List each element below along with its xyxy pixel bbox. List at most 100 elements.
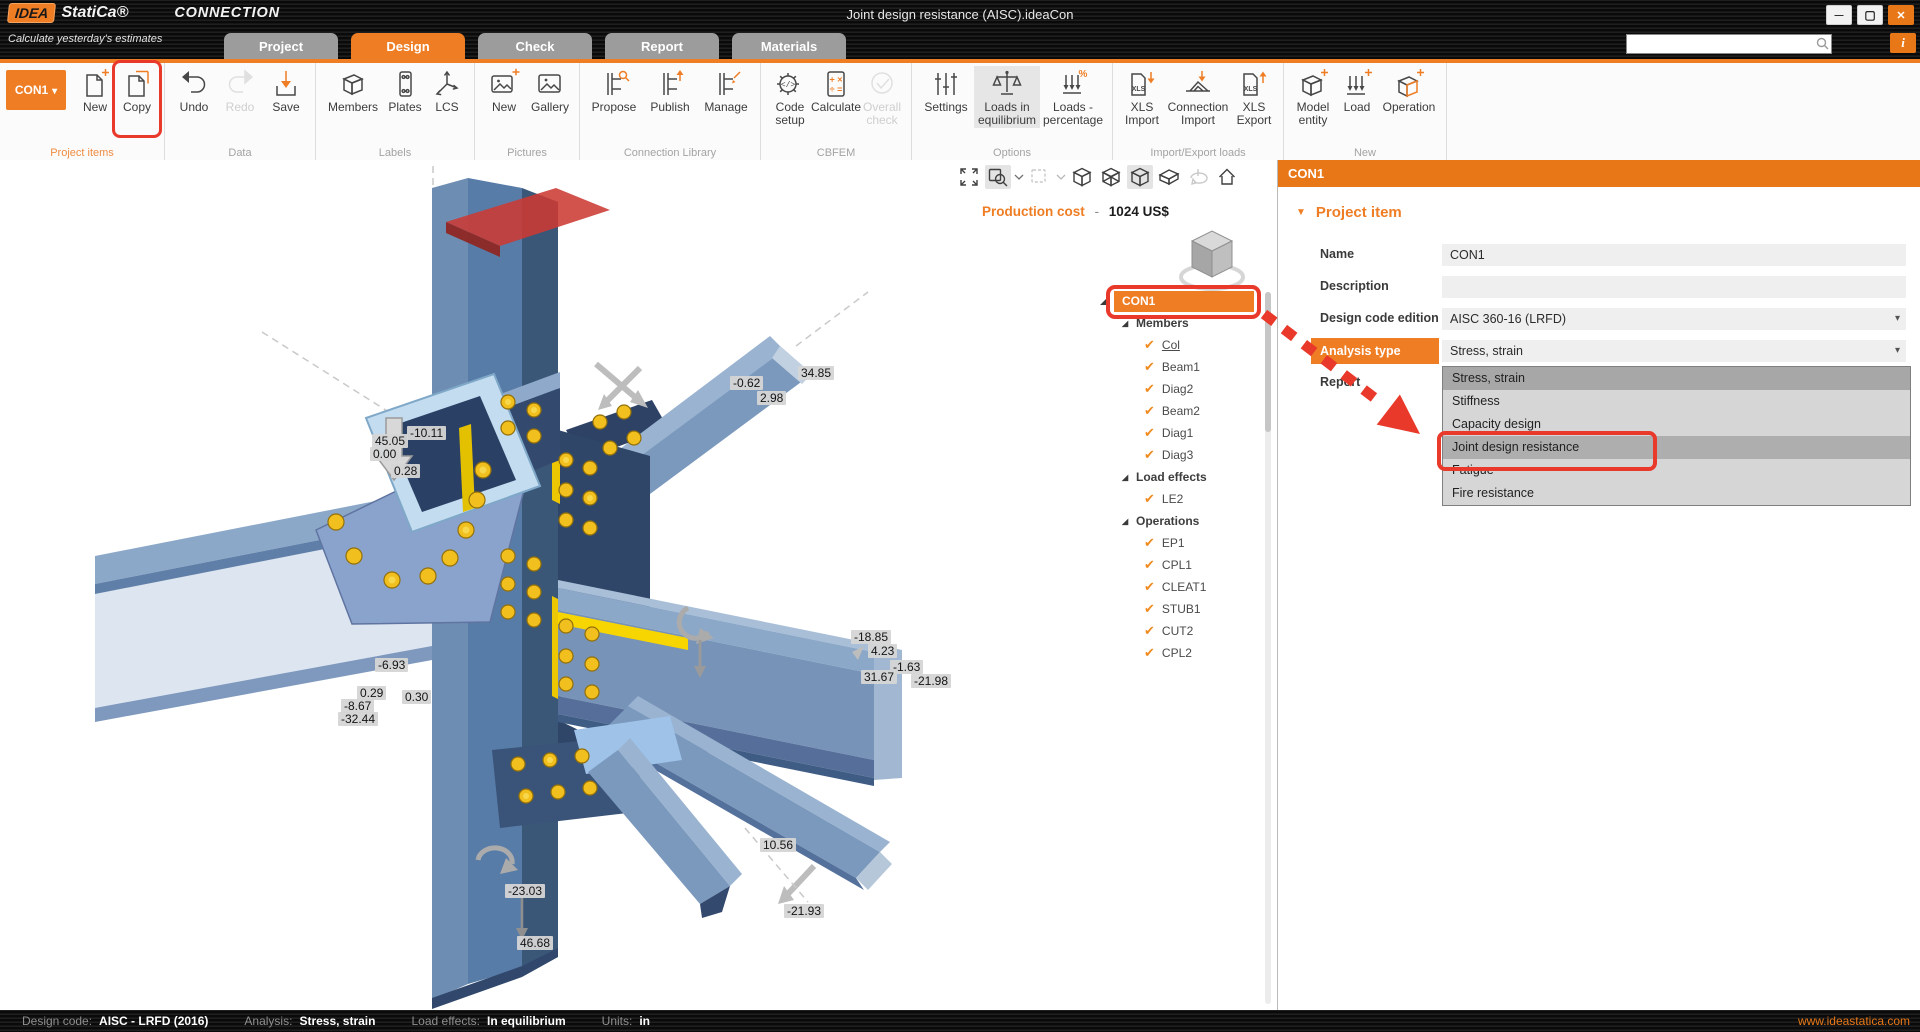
- xls-export-button[interactable]: XLS XLS Export: [1231, 66, 1277, 128]
- analysis-type-row: Analysis type Stress, strain: [1278, 340, 1920, 364]
- name-field[interactable]: CON1: [1442, 244, 1906, 266]
- tree-scrollbar[interactable]: [1265, 292, 1271, 1004]
- selection-rectangle-button[interactable]: [1027, 165, 1053, 189]
- tree-item[interactable]: Beam1: [1100, 356, 1274, 378]
- expander-icon[interactable]: [1122, 319, 1132, 328]
- new-picture-button[interactable]: New: [481, 66, 527, 114]
- collapse-caret-icon[interactable]: [1296, 207, 1306, 218]
- transparent-view-button[interactable]: [1098, 165, 1124, 189]
- expander-icon[interactable]: [1100, 297, 1110, 306]
- dropdown-option[interactable]: Joint design resistance: [1443, 436, 1910, 459]
- section-view-icon: [1158, 166, 1180, 188]
- project-item-section[interactable]: Project item: [1296, 204, 1402, 221]
- tab-materials[interactable]: Materials: [732, 33, 846, 59]
- zoom-options-caret[interactable]: [1014, 165, 1024, 189]
- tab-project[interactable]: Project: [224, 33, 338, 59]
- lcs-labels-button[interactable]: LCS: [426, 66, 468, 114]
- dropdown-option[interactable]: Fire resistance: [1443, 482, 1910, 505]
- tree-item-con1[interactable]: CON1: [1114, 291, 1254, 312]
- copy-document-icon: [121, 68, 153, 100]
- statica-logo-text: StatiCa®: [61, 4, 128, 22]
- members-labels-button[interactable]: Members: [322, 66, 384, 114]
- section-view-button[interactable]: [1156, 165, 1182, 189]
- dimension-label: -21.98: [911, 674, 951, 688]
- tab-design[interactable]: Design: [351, 33, 465, 59]
- navigation-cube[interactable]: [1172, 218, 1252, 298]
- minimize-icon: [1835, 9, 1844, 21]
- model-viewport[interactable]: Production cost - 1024 US$ 34.85-0.622.9…: [0, 160, 1277, 1010]
- code-setup-button[interactable]: </> Code setup: [767, 66, 813, 128]
- con1-dropdown-button[interactable]: CON1: [6, 70, 66, 110]
- expander-icon[interactable]: [1122, 473, 1132, 482]
- tree-group-load-effects[interactable]: Load effects: [1100, 466, 1274, 488]
- rotate-view-button[interactable]: [1185, 165, 1211, 189]
- dimension-label: 0.30: [402, 690, 431, 704]
- new-operation-button[interactable]: Operation: [1378, 66, 1440, 114]
- tree-item[interactable]: EP1: [1100, 532, 1274, 554]
- tab-check[interactable]: Check: [478, 33, 592, 59]
- window-controls: [1826, 5, 1914, 25]
- xls-import-button[interactable]: XLS XLS Import: [1119, 66, 1165, 128]
- minimize-button[interactable]: [1826, 5, 1852, 25]
- design-code-select[interactable]: AISC 360-16 (LRFD): [1442, 308, 1906, 330]
- dropdown-option[interactable]: Stiffness: [1443, 390, 1910, 413]
- plates-labels-button[interactable]: Plates: [384, 66, 426, 114]
- tree-item[interactable]: CLEAT1: [1100, 576, 1274, 598]
- tree-item[interactable]: Col: [1100, 334, 1274, 356]
- tree-item[interactable]: CPL1: [1100, 554, 1274, 576]
- tree-group-members[interactable]: Members: [1100, 312, 1274, 334]
- dropdown-option[interactable]: Stress, strain: [1443, 367, 1910, 390]
- loads-percentage-toggle[interactable]: % Loads - percentage: [1040, 66, 1106, 128]
- copy-project-item-button[interactable]: Copy: [116, 66, 158, 114]
- tree-item[interactable]: Diag1: [1100, 422, 1274, 444]
- maximize-button[interactable]: [1857, 5, 1883, 25]
- tree-item[interactable]: LE2: [1100, 488, 1274, 510]
- calculate-button[interactable]: + ×÷ = Calculate: [813, 66, 859, 114]
- info-button[interactable]: i: [1890, 33, 1916, 53]
- loads-in-equilibrium-toggle[interactable]: Loads in equilibrium: [974, 66, 1040, 128]
- dropdown-option[interactable]: Fatigue: [1443, 459, 1910, 482]
- solid-view-button[interactable]: [1127, 165, 1153, 189]
- tree-item[interactable]: Diag2: [1100, 378, 1274, 400]
- close-button[interactable]: [1888, 5, 1914, 25]
- settings-button[interactable]: Settings: [918, 66, 974, 114]
- ribbon-group-import-export: XLS XLS Import Connection Import XLS XLS…: [1113, 63, 1284, 160]
- expander-icon[interactable]: [1122, 517, 1132, 526]
- new-model-entity-button[interactable]: Model entity: [1290, 66, 1336, 128]
- scrollbar-thumb[interactable]: [1265, 292, 1271, 432]
- tree-item[interactable]: STUB1: [1100, 598, 1274, 620]
- new-project-item-button[interactable]: New: [74, 66, 116, 114]
- tree-item[interactable]: CUT2: [1100, 620, 1274, 642]
- zoom-window-button[interactable]: [985, 165, 1011, 189]
- wireframe-view-button[interactable]: [1069, 165, 1095, 189]
- description-field[interactable]: [1442, 276, 1906, 298]
- propose-button[interactable]: Propose: [586, 66, 642, 114]
- gallery-button[interactable]: Gallery: [527, 66, 573, 114]
- selection-options-caret[interactable]: [1056, 165, 1066, 189]
- connection-import-button[interactable]: Connection Import: [1165, 66, 1231, 128]
- design-code-row: Design code edition AISC 360-16 (LRFD): [1278, 308, 1920, 332]
- check-icon: [1144, 645, 1155, 661]
- dimension-label: 31.67: [861, 670, 897, 684]
- fit-view-button[interactable]: [956, 165, 982, 189]
- ribbon-group-labels: Members Plates LCS Labels: [316, 63, 475, 160]
- search-input[interactable]: [1629, 35, 1813, 53]
- publish-button[interactable]: Publish: [642, 66, 698, 114]
- new-load-button[interactable]: Load: [1336, 66, 1378, 114]
- status-item: Load effects: In equilibrium: [411, 1014, 565, 1028]
- undo-button[interactable]: Undo: [171, 66, 217, 114]
- check-icon: [1144, 601, 1155, 617]
- tree-root-row[interactable]: CON1: [1100, 290, 1274, 312]
- manage-button[interactable]: Manage: [698, 66, 754, 114]
- home-view-button[interactable]: [1214, 165, 1240, 189]
- dropdown-option[interactable]: Capacity design: [1443, 413, 1910, 436]
- analysis-type-select[interactable]: Stress, strain: [1442, 340, 1906, 362]
- search-box[interactable]: [1626, 34, 1832, 54]
- tree-item[interactable]: Diag3: [1100, 444, 1274, 466]
- tree-item[interactable]: Beam2: [1100, 400, 1274, 422]
- tab-report[interactable]: Report: [605, 33, 719, 59]
- tree-item[interactable]: CPL2: [1100, 642, 1274, 664]
- tree-group-operations[interactable]: Operations: [1100, 510, 1274, 532]
- save-button[interactable]: Save: [263, 66, 309, 114]
- website-link[interactable]: www.ideastatica.com: [1798, 1014, 1910, 1028]
